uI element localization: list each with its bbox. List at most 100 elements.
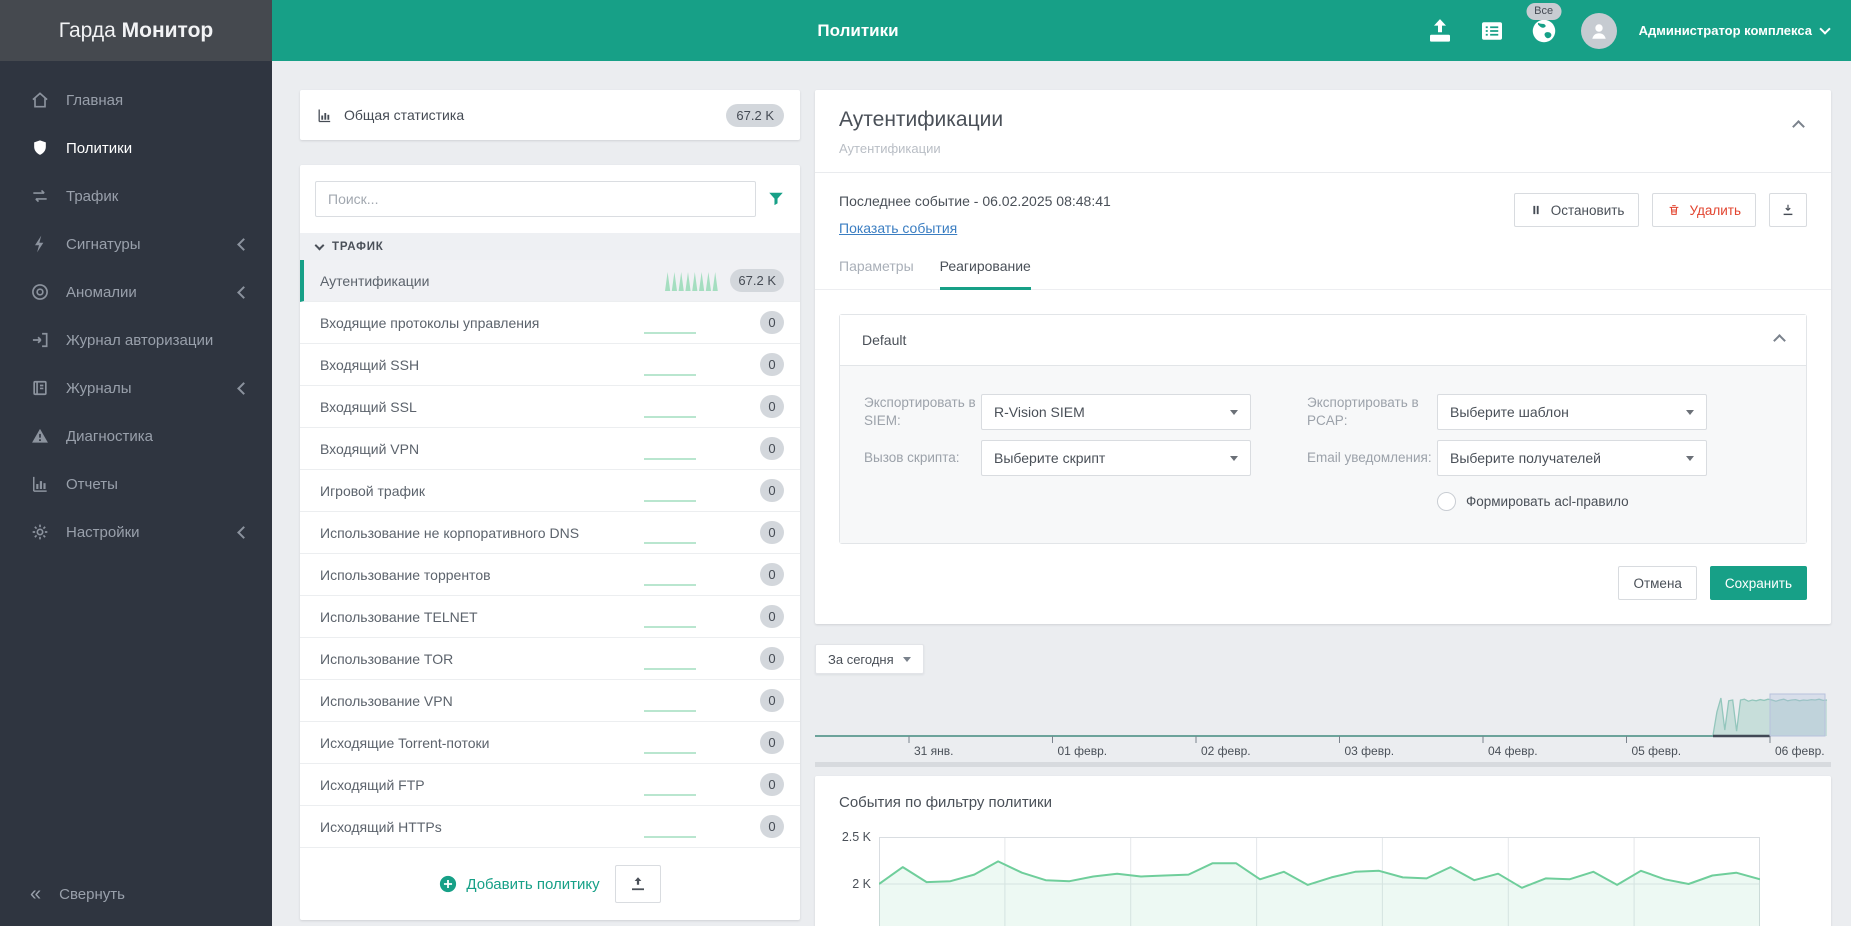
- last-event-text: Последнее событие - 06.02.2025 08:48:41: [839, 193, 1111, 209]
- detail-head: Аутентификации Аутентификации: [815, 90, 1831, 172]
- tab-reaction[interactable]: Реагирование: [939, 258, 1031, 290]
- sidebar-item-label: Отчеты: [66, 475, 118, 493]
- policy-name: Входящие протоколы управления: [320, 314, 540, 331]
- show-events-link[interactable]: Показать события: [839, 220, 957, 236]
- policy-row[interactable]: Игровой трафик 0: [300, 470, 800, 512]
- journal-icon[interactable]: [1477, 16, 1507, 46]
- acl-radio-option[interactable]: Формировать acl-правило: [1437, 492, 1782, 511]
- timeline-chart: [815, 693, 1828, 743]
- upload-icon[interactable]: [1425, 16, 1455, 46]
- policy-name: Аутентификации: [320, 272, 430, 289]
- field-select[interactable]: Выберите скрипт: [981, 440, 1251, 476]
- default-panel-body: Экспортировать в SIEM: R-Vision SIEM Экспо…: [840, 365, 1806, 543]
- sidebar-item-2[interactable]: Политики: [0, 124, 272, 172]
- bolt-icon: [30, 234, 50, 254]
- policy-row[interactable]: Использование TELNET 0: [300, 596, 800, 638]
- policy-count-badge: 0: [760, 521, 784, 544]
- flat-sparkline: [644, 668, 696, 670]
- date-range-button[interactable]: За сегодня: [815, 644, 924, 674]
- field-select[interactable]: Выберите шаблон: [1437, 394, 1707, 430]
- overall-stats-card[interactable]: Общая статистика 67.2 K: [300, 90, 800, 140]
- sidebar-item-8[interactable]: Диагностика: [0, 412, 272, 460]
- timeline-date-label: 03 февр.: [1344, 744, 1395, 758]
- avatar[interactable]: [1580, 12, 1617, 49]
- policy-name: Входящий VPN: [320, 440, 420, 457]
- page-title: Политики: [817, 21, 899, 40]
- policy-name: Использование TOR: [320, 650, 454, 667]
- policy-row[interactable]: Исходящий HTTPs 0: [300, 806, 800, 848]
- radio-icon: [1437, 492, 1456, 511]
- policy-row[interactable]: Исходящие Torrent-потоки 0: [300, 722, 800, 764]
- sidebar-item-label: Настройки: [66, 523, 140, 541]
- flat-sparkline: [644, 374, 696, 376]
- shield-icon: [30, 138, 50, 158]
- sidebar-item-label: Диагностика: [66, 427, 153, 445]
- form-field: Email уведомления: Выберите получателей: [1307, 440, 1707, 476]
- sidebar-item-9[interactable]: Отчеты: [0, 460, 272, 508]
- pause-icon: [1533, 205, 1539, 215]
- warning-icon: [30, 426, 50, 446]
- save-button[interactable]: Сохранить: [1709, 566, 1807, 600]
- timeline-date-label: 02 февр.: [1201, 744, 1251, 758]
- sidebar-item-4[interactable]: Сигнатуры: [0, 220, 272, 268]
- filter-icon[interactable]: [767, 190, 785, 208]
- sidebar-item-1[interactable]: Главная: [0, 76, 272, 124]
- policy-row[interactable]: Использование торрентов 0: [300, 554, 800, 596]
- policy-row[interactable]: Использование VPN 0: [300, 680, 800, 722]
- stop-button[interactable]: Остановить: [1513, 193, 1640, 227]
- field-label: Вызов скрипта:: [864, 450, 960, 466]
- cancel-button[interactable]: Отмена: [1618, 566, 1697, 600]
- import-policy-button[interactable]: [614, 865, 661, 903]
- collapse-panel-button[interactable]: [1792, 118, 1805, 136]
- sidebar-item-label: Политики: [66, 139, 133, 157]
- default-panel-header[interactable]: Default: [840, 315, 1806, 365]
- user-name: Администратор комплекса: [1638, 23, 1812, 38]
- policy-row[interactable]: Входящие протоколы управления 0: [300, 302, 800, 344]
- select-value: Выберите шаблон: [1450, 404, 1569, 420]
- events-chart-card: События по фильтру политики 2.5 K 2 K: [815, 776, 1831, 926]
- default-reaction-panel: Default Экспортировать в SIEM: R-Vision S…: [839, 314, 1807, 544]
- policy-row[interactable]: Входящий VPN 0: [300, 428, 800, 470]
- policy-row[interactable]: Входящий SSL 0: [300, 386, 800, 428]
- collapse-icon: «: [30, 883, 42, 905]
- policy-row[interactable]: Использование не корпоративного DNS 0: [300, 512, 800, 554]
- globe-filter[interactable]: Все: [1526, 2, 1562, 46]
- sidebar-collapse-button[interactable]: « Свернуть: [30, 884, 125, 904]
- export-policy-button[interactable]: [1769, 193, 1807, 227]
- home-icon: [30, 90, 50, 110]
- policy-count-badge: 0: [760, 479, 784, 502]
- caret-down-icon: [1230, 409, 1238, 415]
- timeline-brush[interactable]: 31 янв. 01 февр. 02 февр. 03 февр. 04 февр. 0…: [815, 686, 1831, 762]
- policy-count-badge: 0: [760, 773, 784, 796]
- add-policy-button[interactable]: Добавить политику: [439, 875, 600, 893]
- sidebar-item-label: Журналы: [66, 379, 132, 397]
- policy-row[interactable]: Аутентификации 67.2 K: [300, 260, 800, 302]
- app-logo: Гарда Монитор: [0, 0, 272, 61]
- delete-button[interactable]: Удалить: [1652, 193, 1756, 227]
- policy-count-badge: 0: [760, 689, 784, 712]
- field-select[interactable]: Выберите получателей: [1437, 440, 1707, 476]
- sidebar-item-7[interactable]: Журналы: [0, 364, 272, 412]
- y-tick-label: 2.5 K: [841, 830, 871, 844]
- tab-parameters[interactable]: Параметры: [839, 258, 914, 289]
- add-policy-row: Добавить политику: [300, 848, 800, 920]
- default-panel-title: Default: [862, 332, 907, 348]
- policy-row[interactable]: Использование TOR 0: [300, 638, 800, 680]
- sidebar-item-10[interactable]: Настройки: [0, 508, 272, 556]
- user-menu[interactable]: Администратор комплекса: [1638, 23, 1831, 38]
- sidebar-item-3[interactable]: Трафик: [0, 172, 272, 220]
- policies-column: Общая статистика 67.2 K ТРАФИК Аутентифи…: [300, 90, 800, 920]
- timeline-date-label: 31 янв.: [914, 744, 954, 758]
- timeline-divider: [815, 762, 1831, 767]
- sidebar-item-6[interactable]: Журнал авторизации: [0, 316, 272, 364]
- events-chart: 2.5 K 2 K: [842, 830, 1760, 926]
- flat-sparkline: [644, 458, 696, 460]
- group-header-traffic[interactable]: ТРАФИК: [300, 233, 800, 260]
- sidebar-item-5[interactable]: Аномалии: [0, 268, 272, 316]
- form-field: Экспортировать в SIEM: R-Vision SIEM: [864, 394, 1251, 430]
- policy-row[interactable]: Исходящий FTP 0: [300, 764, 800, 806]
- search-input[interactable]: [315, 181, 756, 217]
- chevron-left-icon: [237, 525, 250, 539]
- field-select[interactable]: R-Vision SIEM: [981, 394, 1251, 430]
- policy-row[interactable]: Входящий SSH 0: [300, 344, 800, 386]
